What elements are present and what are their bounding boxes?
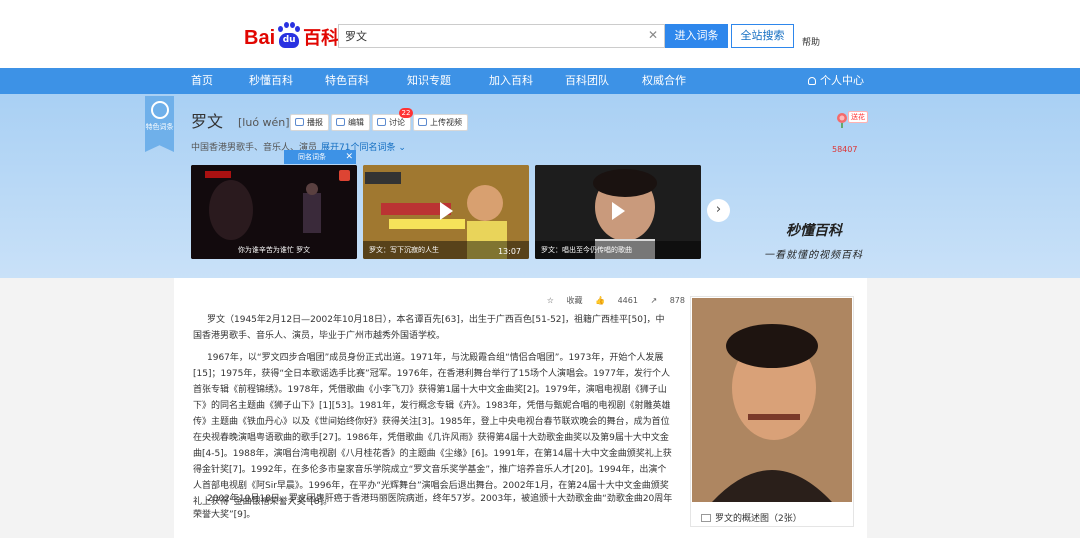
- summary-paragraph-3: 2002年10月18日，罗文因患肝癌于香港玛丽医院病逝，终年57岁。2003年，…: [193, 494, 673, 520]
- logo-du: du: [279, 33, 300, 48]
- portrait-caption-text: 罗文的概述图（2张）: [715, 514, 802, 524]
- nav-item-featured[interactable]: 特色百科: [325, 68, 369, 94]
- summary-paragraph-1: 罗文（1945年2月12日—2002年10月18日），本名谭百先[63]，出生于…: [193, 315, 665, 341]
- entry-pinyin: [luó wén]: [238, 116, 290, 129]
- video-thumb-1[interactable]: 你为谁辛苦为谁忙 罗文: [191, 165, 357, 259]
- collect-button[interactable]: ☆ 收藏: [547, 296, 583, 305]
- share-button[interactable]: ↗ 878: [650, 296, 685, 305]
- main-nav: 首页 秒懂百科 特色百科 知识专题 加入百科 百科团队 权威合作 个人中心: [0, 68, 1080, 94]
- edit-label: 编辑: [348, 118, 364, 127]
- nav-item-topics[interactable]: 知识专题: [407, 68, 451, 94]
- ribbon-label: 特色词条: [145, 123, 174, 131]
- pencil-icon: [336, 118, 345, 126]
- summary-paragraph-2: 1967年，以“罗文四步合唱团”成员身份正式出道。1971年，与沈殿霞合组“情侣…: [193, 353, 672, 507]
- nav-item-team[interactable]: 百科团队: [565, 68, 609, 94]
- nav-item-miaodong[interactable]: 秒懂百科: [249, 68, 293, 94]
- video-3-caption: 罗文：唱出至今仍传唱的歌曲: [535, 241, 701, 259]
- brand-slogan: 一看就懂的视频百科: [764, 250, 863, 261]
- broadcast-label: 播报: [307, 118, 323, 127]
- video-1-caption: 你为谁辛苦为谁忙 罗文: [237, 246, 311, 254]
- entry-stats: ☆ 收藏 👍 4461 ↗ 878: [537, 295, 685, 306]
- discuss-label: 讨论: [389, 118, 405, 127]
- video-thumb-3[interactable]: 罗文：唱出至今仍传唱的歌曲: [535, 165, 701, 259]
- like-button[interactable]: 👍 4461: [595, 296, 638, 305]
- homonym-popup[interactable]: 同名词条 ✕: [284, 150, 356, 164]
- entry-title: 罗文: [191, 112, 224, 131]
- search-box: ✕: [338, 24, 665, 48]
- next-arrow-button[interactable]: ›: [707, 199, 730, 222]
- chat-icon: [377, 118, 386, 126]
- upload-video-button[interactable]: 上传视频: [413, 114, 468, 131]
- enter-entry-button[interactable]: 进入词条: [665, 24, 728, 48]
- upload-video-label: 上传视频: [430, 118, 462, 127]
- speaker-icon: [295, 118, 304, 126]
- miaodong-brand-logo: 秒懂百科: [786, 223, 842, 239]
- edit-button[interactable]: 编辑: [331, 114, 370, 131]
- user-icon: [808, 77, 816, 85]
- flower-count: 58407: [832, 145, 858, 154]
- summary-portrait[interactable]: 罗文的概述图（2张）: [690, 296, 854, 527]
- logo-baike: 百科: [303, 28, 340, 49]
- main-content: ☆ 收藏 👍 4461 ↗ 878 罗文（1945年2月12日—2002年10月…: [174, 278, 867, 538]
- help-link[interactable]: 帮助: [802, 35, 820, 48]
- user-center-link[interactable]: 个人中心: [808, 68, 864, 94]
- paw-icon: du: [276, 22, 302, 50]
- nav-item-join[interactable]: 加入百科: [489, 68, 533, 94]
- video-thumb-2[interactable]: 罗文：写下沉寂的人生 13:07: [363, 165, 529, 259]
- clear-icon[interactable]: ✕: [648, 28, 658, 42]
- featured-icon: [150, 101, 169, 119]
- discuss-count-badge: 22: [399, 108, 413, 118]
- user-center-label: 个人中心: [820, 74, 864, 87]
- portrait-image: [692, 298, 852, 502]
- close-icon[interactable]: ✕: [345, 150, 353, 164]
- top-header: Bai du 百科 ✕ 进入词条 全站搜索 帮助: [0, 0, 1080, 68]
- popup-label: 同名词条: [298, 153, 326, 161]
- like-count: 4461: [617, 296, 638, 305]
- featured-ribbon: 特色词条: [145, 96, 174, 152]
- search-input[interactable]: [339, 25, 629, 47]
- play-icon[interactable]: [440, 202, 453, 220]
- broadcast-button[interactable]: 播报: [290, 114, 329, 131]
- video-2-duration: 13:07: [497, 247, 521, 256]
- baidu-baike-logo[interactable]: Bai du 百科: [244, 18, 339, 50]
- send-flower-tag[interactable]: 送花: [848, 111, 868, 123]
- site-search-button[interactable]: 全站搜索: [731, 24, 794, 48]
- share-count: 878: [669, 296, 685, 305]
- logo-bai: Bai: [244, 27, 276, 49]
- gallery-icon: [701, 514, 711, 522]
- video-icon: [418, 118, 427, 126]
- nav-item-home[interactable]: 首页: [191, 68, 213, 94]
- collect-label: 收藏: [566, 296, 583, 305]
- portrait-caption[interactable]: 罗文的概述图（2张）: [701, 511, 802, 524]
- nav-item-cooperation[interactable]: 权威合作: [642, 68, 686, 94]
- play-icon[interactable]: [612, 202, 625, 220]
